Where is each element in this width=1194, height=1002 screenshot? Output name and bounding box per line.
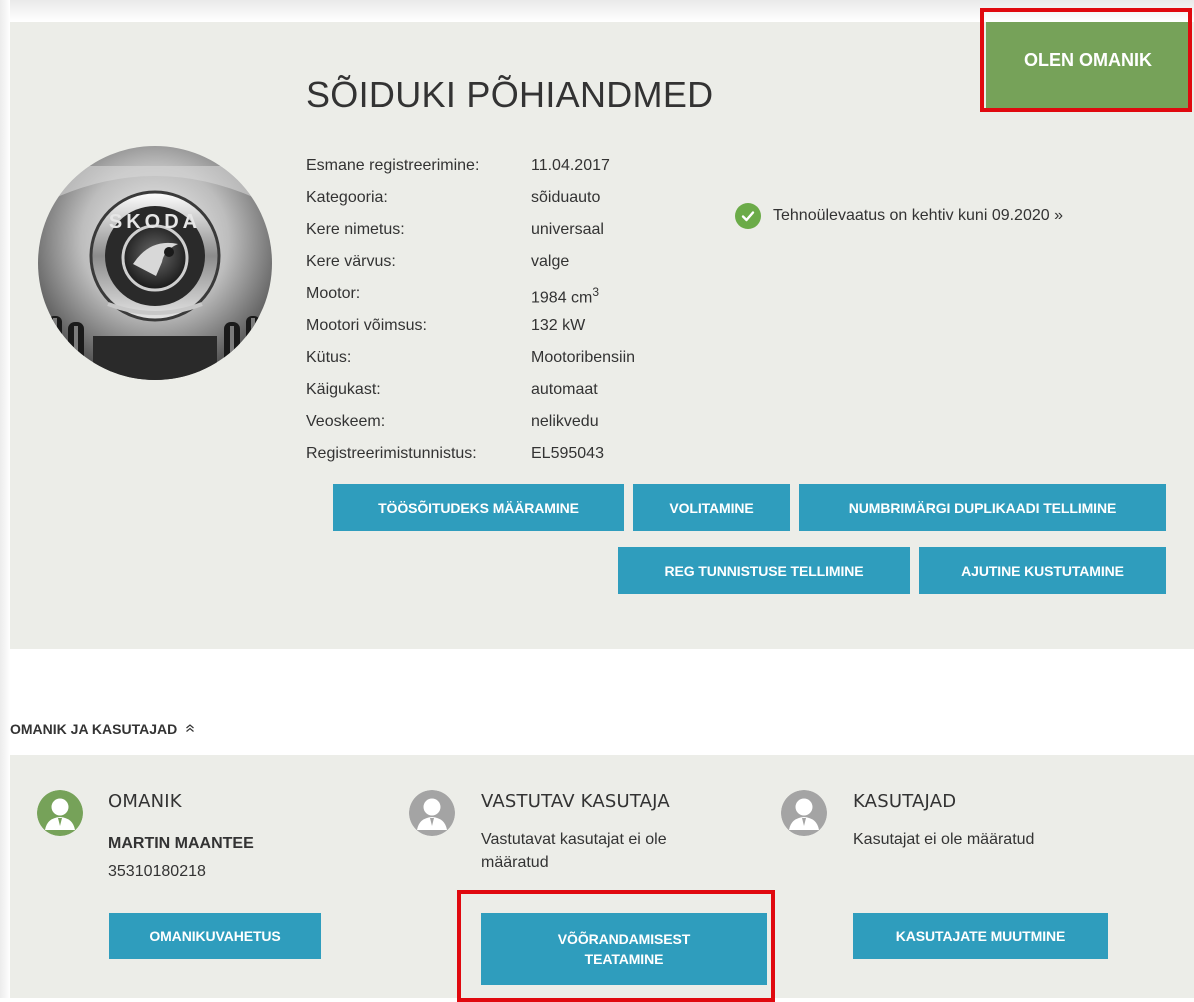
inspection-text: Tehnoülevaatus on kehtiv kuni 09.2020 » (773, 207, 1063, 224)
alienation-notice-label-line2: TEATAMINE (584, 951, 664, 967)
engine-volume-unit-exponent: 3 (592, 285, 600, 299)
work-trips-assign-button[interactable]: TÖÖSÕITUDEKS MÄÄRAMINE (333, 484, 624, 531)
spec-value: EL595043 (531, 445, 604, 462)
owners-section-toggle[interactable]: OMANIK JA KASUTAJAD (10, 721, 195, 737)
collapse-chevron-icon (185, 721, 195, 737)
authorization-button[interactable]: VOLITAMINE (633, 484, 790, 531)
responsible-user-status-line2: määratud (481, 854, 549, 871)
spec-label: Veoskeem: (306, 413, 386, 430)
spec-label: Kere värvus: (306, 253, 396, 270)
spec-value: sõiduauto (531, 189, 601, 206)
spec-label: Kategooria: (306, 189, 388, 206)
spec-value: Mootoribensiin (531, 349, 636, 366)
spec-label: Käigukast: (306, 381, 381, 398)
responsible-user-status: Vastutavat kasutajat ei ole määratud (481, 828, 667, 874)
spec-label: Kere nimetus: (306, 221, 405, 238)
check-circle-icon (735, 203, 761, 229)
responsible-user-person-icon (409, 790, 455, 836)
car-photo: SKODA (38, 146, 272, 380)
owner-title: OMANIK (108, 791, 182, 812)
alienation-notice-button[interactable]: VÕÕRANDAMISEST TEATAMINE (481, 913, 767, 985)
owners-section-heading: OMANIK JA KASUTAJAD (10, 721, 178, 737)
spec-value: automaat (531, 381, 598, 398)
alienation-notice-label-line1: VÕÕRANDAMISEST (557, 931, 691, 947)
plate-duplicate-order-button[interactable]: NUMBRIMÄRGI DUPLIKAADI TELLIMINE (799, 484, 1166, 531)
engine-volume: 1984 cm (531, 289, 593, 307)
spec-label: Esmane registreerimine: (306, 157, 480, 174)
skoda-emblem-image: SKODA (38, 146, 272, 380)
spec-value: universaal (531, 221, 604, 238)
left-edge (0, 0, 10, 998)
responsible-user-status-line1: Vastutavat kasutajat ei ole (481, 831, 667, 848)
page-title: SÕIDUKI PÕHIANDMED (306, 74, 714, 115)
owner-name: MARTIN MAANTEE (108, 835, 254, 852)
reg-certificate-order-button[interactable]: REG TUNNISTUSE TELLIMINE (618, 547, 910, 594)
inspection-status-link[interactable]: Tehnoülevaatus on kehtiv kuni 09.2020 » (735, 203, 1063, 229)
spec-label: Mootori võimsus: (306, 317, 427, 334)
spec-value-engine: 1984 cm3 (531, 285, 599, 307)
users-change-button[interactable]: KASUTAJATE MUUTMINE (853, 913, 1108, 959)
spec-label: Registreerimistunnistus: (306, 445, 477, 462)
spec-label: Mootor: (306, 285, 361, 302)
spec-value: valge (531, 253, 570, 270)
owner-id-code: 35310180218 (108, 863, 206, 880)
users-title: KASUTAJAD (853, 791, 957, 812)
spec-value: nelikvedu (531, 413, 599, 430)
owner-person-icon (37, 790, 83, 836)
spec-value: 11.04.2017 (531, 157, 610, 174)
i-am-owner-button[interactable]: OLEN OMANIK (986, 22, 1190, 108)
temporary-delete-button[interactable]: AJUTINE KUSTUTAMINE (919, 547, 1166, 594)
car-logo-text: SKODA (109, 211, 201, 233)
spec-label: Kütus: (306, 349, 352, 366)
top-shadow (0, 0, 1194, 22)
owner-change-button[interactable]: OMANIKUVAHETUS (109, 913, 321, 959)
users-status: Kasutajat ei ole määratud (853, 831, 1035, 848)
responsible-user-title: VASTUTAV KASUTAJA (481, 791, 670, 812)
users-person-icon (781, 790, 827, 836)
spec-value: 132 kW (531, 317, 586, 334)
